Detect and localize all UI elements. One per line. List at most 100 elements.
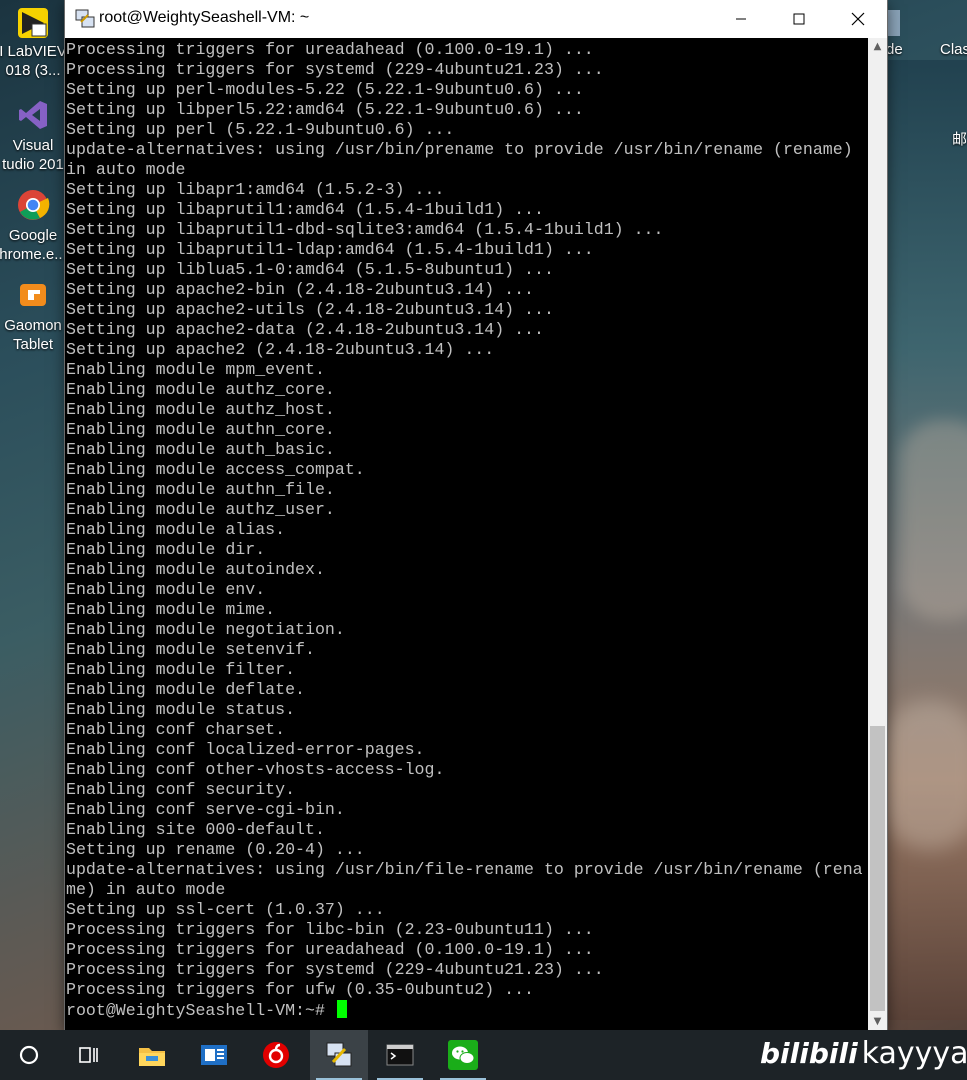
terminal-line: Enabling conf security. — [66, 780, 296, 799]
desktop-icon-label: Tablet — [12, 336, 54, 353]
folder-icon — [139, 1048, 165, 1066]
wechat-button[interactable] — [434, 1030, 492, 1080]
file-explorer-button[interactable] — [123, 1030, 181, 1080]
vertical-scrollbar[interactable]: ▲ ▼ — [868, 38, 887, 1030]
terminal-line: Setting up liblua5.1-0:amd64 (5.1.5-8ubu… — [66, 260, 554, 279]
close-icon — [851, 12, 865, 26]
task-view-button[interactable] — [59, 1030, 117, 1080]
terminal-text: Processing triggers for ureadahead (0.10… — [65, 38, 868, 1021]
terminal-line: update-alternatives: using /usr/bin/file… — [66, 860, 863, 879]
terminal-line: Setting up libaprutil1-dbd-sqlite3:amd64… — [66, 220, 664, 239]
terminal-line: Setting up rename (0.20-4) ... — [66, 840, 365, 859]
maximize-icon — [793, 13, 805, 25]
terminal-line: Setting up apache2-utils (2.4.18-2ubuntu… — [66, 300, 554, 319]
terminal-line: Enabling module authz_core. — [66, 380, 335, 399]
terminal-line: Processing triggers for systemd (229-4ub… — [66, 960, 604, 979]
terminal-line: Enabling module mime. — [66, 600, 276, 619]
terminal-output[interactable]: Processing triggers for ureadahead (0.10… — [65, 38, 868, 1030]
wechat-icon — [448, 1040, 478, 1070]
desktop-icon-chrome[interactable]: Google hrome.e... — [0, 188, 67, 264]
terminal-line: Enabling module access_compat. — [66, 460, 365, 479]
terminal-line: Setting up perl (5.22.1-9ubuntu0.6) ... — [66, 120, 455, 139]
watermark-brand: bilibili — [760, 1037, 858, 1070]
desktop-icon-partial-1[interactable]: de — [886, 40, 916, 59]
visual-studio-icon — [16, 98, 50, 132]
terminal-line: Setting up apache2-data (2.4.18-2ubuntu3… — [66, 320, 544, 339]
netease-music-button[interactable] — [247, 1030, 305, 1080]
cortana-button[interactable] — [0, 1030, 58, 1080]
terminal-line: Enabling module setenvif. — [66, 640, 315, 659]
terminal-line: Setting up libaprutil1-ldap:amd64 (1.5.4… — [66, 240, 594, 259]
terminal-line: Enabling module authz_host. — [66, 400, 335, 419]
terminal-line: Enabling module filter. — [66, 660, 296, 679]
terminal-line: me) in auto mode — [66, 880, 226, 899]
close-button[interactable] — [829, 0, 887, 38]
desktop-icon-visual-studio[interactable]: Visual tudio 201 — [0, 98, 66, 174]
desktop-icon-label: Gaomon — [4, 317, 62, 334]
partial-icon — [888, 10, 900, 36]
terminal-line: Enabling module alias. — [66, 520, 286, 539]
console-icon — [386, 1044, 414, 1066]
terminal-line: Setting up libaprutil1:amd64 (1.5.4-1bui… — [66, 200, 544, 219]
wallpaper-detail — [900, 420, 967, 620]
desktop-icon-label: tudio 201 — [2, 156, 64, 173]
console-button[interactable] — [371, 1030, 429, 1080]
putty-icon — [326, 1042, 352, 1067]
bilibili-watermark: bilibilikayyyak — [760, 1036, 967, 1071]
terminal-line: Enabling site 000-default. — [66, 820, 325, 839]
desktop-icon-label: de — [886, 41, 903, 58]
desktop-icon-label: 邮 — [952, 131, 967, 148]
desktop-icon-labview[interactable]: I LabVIEV 018 (3... — [0, 8, 67, 80]
cortana-circle-icon — [19, 1045, 39, 1065]
terminal-line: Processing triggers for libc-bin (2.23-0… — [66, 920, 594, 939]
minimize-icon — [736, 18, 746, 20]
task-view-icon — [79, 1047, 98, 1063]
terminal-line: Enabling module status. — [66, 700, 296, 719]
desktop-icon-label: 018 (3... — [5, 62, 61, 79]
terminal-line: update-alternatives: using /usr/bin/pren… — [66, 140, 853, 159]
terminal-window[interactable]: root@WeightySeashell-VM: ~ Processing tr… — [65, 0, 887, 1030]
terminal-line: Enabling module authn_core. — [66, 420, 335, 439]
terminal-line: Setting up apache2-bin (2.4.18-2ubuntu3.… — [66, 280, 535, 299]
terminal-line: Enabling conf charset. — [66, 720, 286, 739]
shell-prompt: root@WeightySeashell-VM:~# — [66, 1001, 335, 1020]
terminal-line: Enabling module deflate. — [66, 680, 305, 699]
scroll-up-arrow-icon[interactable]: ▲ — [868, 38, 887, 55]
terminal-line: Enabling module mpm_event. — [66, 360, 325, 379]
terminal-line: Processing triggers for systemd (229-4ub… — [66, 60, 604, 79]
desktop-icon-gaomon[interactable]: Gaomon Tablet — [0, 278, 66, 354]
scrollbar-thumb[interactable] — [870, 726, 885, 1011]
terminal-line: Setting up libapr1:amd64 (1.5.2-3) ... — [66, 180, 445, 199]
scroll-down-arrow-icon[interactable]: ▼ — [868, 1013, 887, 1030]
terminal-line: Enabling module env. — [66, 580, 266, 599]
terminal-line: Processing triggers for ureadahead (0.10… — [66, 40, 594, 59]
terminal-line: Enabling conf serve-cgi-bin. — [66, 800, 345, 819]
desktop-icon-partial-3[interactable]: 邮 — [952, 130, 967, 149]
maximize-button[interactable] — [770, 0, 828, 38]
terminal-line: Setting up libperl5.22:amd64 (5.22.1-9ub… — [66, 100, 584, 119]
terminal-line: Enabling conf localized-error-pages. — [66, 740, 425, 759]
terminal-line: Setting up ssl-cert (1.0.37) ... — [66, 900, 385, 919]
chrome-icon — [16, 188, 50, 222]
desktop-icon-partial-2[interactable]: Clas — [940, 40, 967, 59]
title-bar[interactable]: root@WeightySeashell-VM: ~ — [65, 0, 887, 38]
news-app-button[interactable] — [185, 1030, 243, 1080]
putty-taskbar-button[interactable] — [310, 1030, 368, 1080]
minimize-button[interactable] — [712, 0, 770, 38]
putty-icon — [75, 9, 95, 29]
desktop-icon-label: hrome.e... — [0, 246, 67, 263]
labview-icon — [18, 8, 48, 38]
terminal-line: Processing triggers for ureadahead (0.10… — [66, 940, 594, 959]
terminal-line: Enabling module auth_basic. — [66, 440, 335, 459]
gaomon-icon — [16, 278, 50, 312]
desktop-icon-label: I LabVIEV — [0, 43, 67, 60]
news-icon — [201, 1045, 227, 1065]
terminal-line: Enabling module authn_file. — [66, 480, 335, 499]
netease-music-icon — [263, 1042, 289, 1068]
watermark-user: kayyyak — [861, 1036, 967, 1071]
desktop-icon-label: Visual — [12, 137, 54, 154]
cursor — [336, 1000, 347, 1018]
terminal-line: Setting up perl-modules-5.22 (5.22.1-9ub… — [66, 80, 584, 99]
terminal-line: Enabling conf other-vhosts-access-log. — [66, 760, 445, 779]
terminal-line: Processing triggers for ufw (0.35-0ubunt… — [66, 980, 535, 999]
